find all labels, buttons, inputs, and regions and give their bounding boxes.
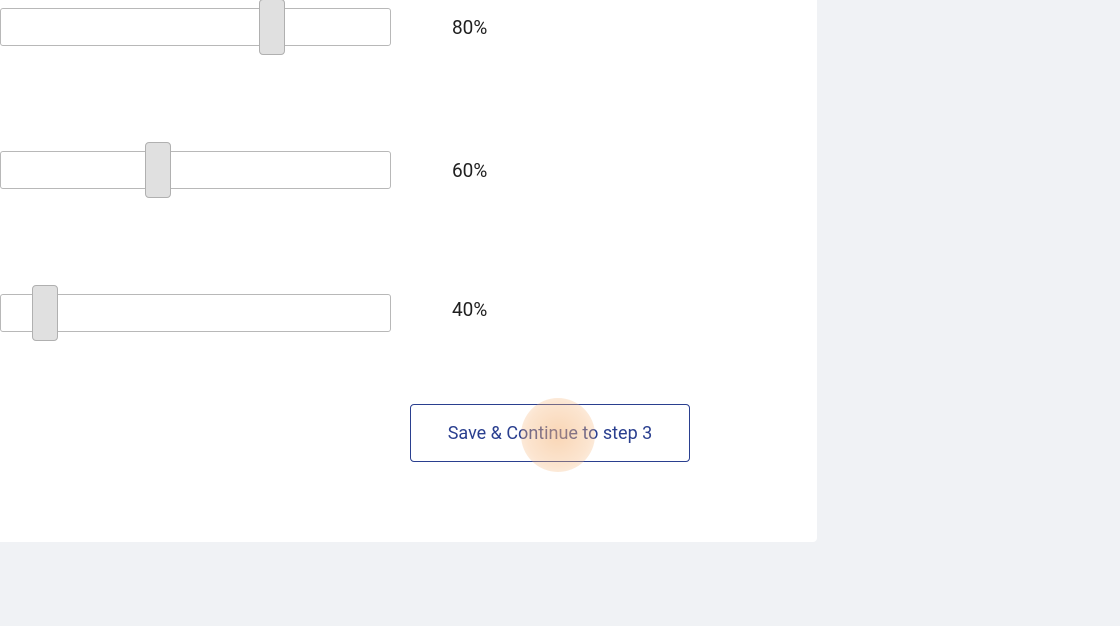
slider-track[interactable] <box>0 8 391 46</box>
slider-row <box>0 151 391 189</box>
slider-track[interactable] <box>0 294 391 332</box>
save-continue-button[interactable]: Save & Continue to step 3 <box>410 404 690 462</box>
slider-thumb[interactable] <box>259 0 285 55</box>
slider-value-label: 80% <box>452 16 487 39</box>
slider-row <box>0 8 391 46</box>
slider-thumb[interactable] <box>145 142 171 198</box>
form-card: 80% 60% 40% Save & Continue to step 3 <box>0 0 817 542</box>
slider-row <box>0 294 391 332</box>
slider-value-label: 60% <box>452 159 487 182</box>
button-label: Save & Continue to step 3 <box>448 423 653 444</box>
slider-thumb[interactable] <box>32 285 58 341</box>
slider-value-label: 40% <box>452 298 487 321</box>
slider-track[interactable] <box>0 151 391 189</box>
